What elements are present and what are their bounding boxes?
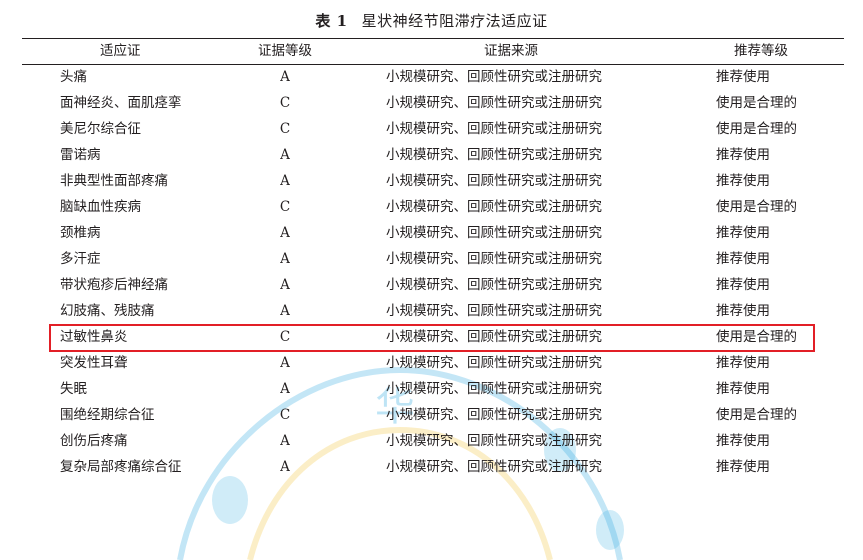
evidence-level-cell: A	[280, 381, 290, 397]
evidence-level-cell: A	[280, 147, 290, 163]
evidence-level-cell: C	[279, 121, 291, 137]
evidence-level-cell: A	[280, 459, 290, 475]
recommendation-cell: 推荐使用	[716, 303, 770, 319]
evidence-level-cell: A	[280, 173, 290, 189]
evidence-level-cell: A	[280, 69, 290, 85]
table-title-label: 表 1	[315, 12, 348, 30]
evidence-level-cell: A	[280, 355, 290, 371]
recommendation-cell: 推荐使用	[716, 459, 770, 475]
indication-cell: 美尼尔综合征	[60, 121, 141, 137]
evidence-source-cell: 小规模研究、回顾性研究或注册研究	[386, 251, 602, 267]
indication-cell: 带状疱疹后神经痛	[60, 277, 168, 293]
evidence-source-cell: 小规模研究、回顾性研究或注册研究	[386, 225, 602, 241]
table-row: 突发性耳聋 A 小规模研究、回顾性研究或注册研究 推荐使用	[22, 350, 844, 376]
recommendation-cell: 使用是合理的	[716, 407, 797, 423]
header-indication: 适应证	[100, 43, 141, 59]
evidence-level-cell: C	[279, 407, 291, 423]
indication-cell: 围绝经期综合征	[60, 407, 155, 423]
recommendation-cell: 推荐使用	[716, 277, 770, 293]
table-title: 表 1 星状神经节阻滞疗法适应证	[0, 10, 863, 32]
recommendation-cell: 推荐使用	[716, 173, 770, 189]
table-row: 头痛 A 小规模研究、回顾性研究或注册研究 推荐使用	[22, 64, 844, 90]
evidence-level-cell: A	[280, 251, 290, 267]
indication-cell: 头痛	[60, 69, 87, 85]
table-row: 带状疱疹后神经痛 A 小规模研究、回顾性研究或注册研究 推荐使用	[22, 272, 844, 298]
header-recommendation: 推荐等级	[734, 43, 788, 59]
table-title-text: 星状神经节阻滞疗法适应证	[361, 12, 548, 30]
header-evidence-level: 证据等级	[258, 43, 312, 59]
recommendation-cell: 推荐使用	[716, 225, 770, 241]
evidence-source-cell: 小规模研究、回顾性研究或注册研究	[386, 69, 602, 85]
recommendation-cell: 推荐使用	[716, 355, 770, 371]
recommendation-cell: 使用是合理的	[716, 95, 797, 111]
recommendation-cell: 推荐使用	[716, 381, 770, 397]
table-row: 颈椎病 A 小规模研究、回顾性研究或注册研究 推荐使用	[22, 220, 844, 246]
indication-cell: 颈椎病	[60, 225, 101, 241]
header-evidence-source: 证据来源	[484, 43, 538, 59]
indication-cell: 多汗症	[60, 251, 101, 267]
evidence-source-cell: 小规模研究、回顾性研究或注册研究	[386, 277, 602, 293]
table-row: 脑缺血性疾病 C 小规模研究、回顾性研究或注册研究 使用是合理的	[22, 194, 844, 220]
table-row: 雷诺病 A 小规模研究、回顾性研究或注册研究 推荐使用	[22, 142, 844, 168]
evidence-source-cell: 小规模研究、回顾性研究或注册研究	[386, 381, 602, 397]
table-row: 失眠 A 小规模研究、回顾性研究或注册研究 推荐使用	[22, 376, 844, 402]
table-row: 面神经炎、面肌痉挛 C 小规模研究、回顾性研究或注册研究 使用是合理的	[22, 90, 844, 116]
recommendation-cell: 推荐使用	[716, 433, 770, 449]
indication-cell: 失眠	[60, 381, 87, 397]
evidence-source-cell: 小规模研究、回顾性研究或注册研究	[386, 433, 602, 449]
evidence-source-cell: 小规模研究、回顾性研究或注册研究	[386, 303, 602, 319]
recommendation-cell: 推荐使用	[716, 69, 770, 85]
indication-cell: 幻肢痛、残肢痛	[60, 303, 155, 319]
indication-cell: 非典型性面部疼痛	[60, 173, 168, 189]
table-row: 围绝经期综合征 C 小规模研究、回顾性研究或注册研究 使用是合理的	[22, 402, 844, 428]
evidence-level-cell: A	[280, 277, 290, 293]
table-row: 美尼尔综合征 C 小规模研究、回顾性研究或注册研究 使用是合理的	[22, 116, 844, 142]
table-row: 多汗症 A 小规模研究、回顾性研究或注册研究 推荐使用	[22, 246, 844, 272]
indication-cell: 脑缺血性疾病	[60, 199, 141, 215]
recommendation-cell: 推荐使用	[716, 147, 770, 163]
evidence-level-cell: A	[280, 433, 290, 449]
evidence-level-cell: C	[279, 95, 291, 111]
recommendation-cell: 使用是合理的	[716, 199, 797, 215]
indication-cell: 复杂局部疼痛综合征	[60, 459, 182, 475]
highlight-box	[49, 324, 815, 352]
table-header-row: 适应证 证据等级 证据来源 推荐等级	[22, 38, 844, 64]
indication-cell: 面神经炎、面肌痉挛	[60, 95, 182, 111]
table-row: 幻肢痛、残肢痛 A 小规模研究、回顾性研究或注册研究 推荐使用	[22, 298, 844, 324]
evidence-source-cell: 小规模研究、回顾性研究或注册研究	[386, 199, 602, 215]
evidence-source-cell: 小规模研究、回顾性研究或注册研究	[386, 459, 602, 475]
evidence-source-cell: 小规模研究、回顾性研究或注册研究	[386, 95, 602, 111]
indication-cell: 雷诺病	[60, 147, 101, 163]
evidence-level-cell: C	[279, 199, 291, 215]
evidence-source-cell: 小规模研究、回顾性研究或注册研究	[386, 173, 602, 189]
evidence-level-cell: A	[280, 303, 290, 319]
indication-cell: 创伤后疼痛	[60, 433, 128, 449]
recommendation-cell: 推荐使用	[716, 251, 770, 267]
evidence-source-cell: 小规模研究、回顾性研究或注册研究	[386, 407, 602, 423]
evidence-source-cell: 小规模研究、回顾性研究或注册研究	[386, 147, 602, 163]
evidence-level-cell: A	[280, 225, 290, 241]
evidence-source-cell: 小规模研究、回顾性研究或注册研究	[386, 355, 602, 371]
evidence-source-cell: 小规模研究、回顾性研究或注册研究	[386, 121, 602, 137]
table-row: 复杂局部疼痛综合征 A 小规模研究、回顾性研究或注册研究 推荐使用	[22, 454, 844, 480]
recommendation-cell: 使用是合理的	[716, 121, 797, 137]
table-row: 非典型性面部疼痛 A 小规模研究、回顾性研究或注册研究 推荐使用	[22, 168, 844, 194]
table-row: 创伤后疼痛 A 小规模研究、回顾性研究或注册研究 推荐使用	[22, 428, 844, 454]
indication-cell: 突发性耳聋	[60, 355, 128, 371]
